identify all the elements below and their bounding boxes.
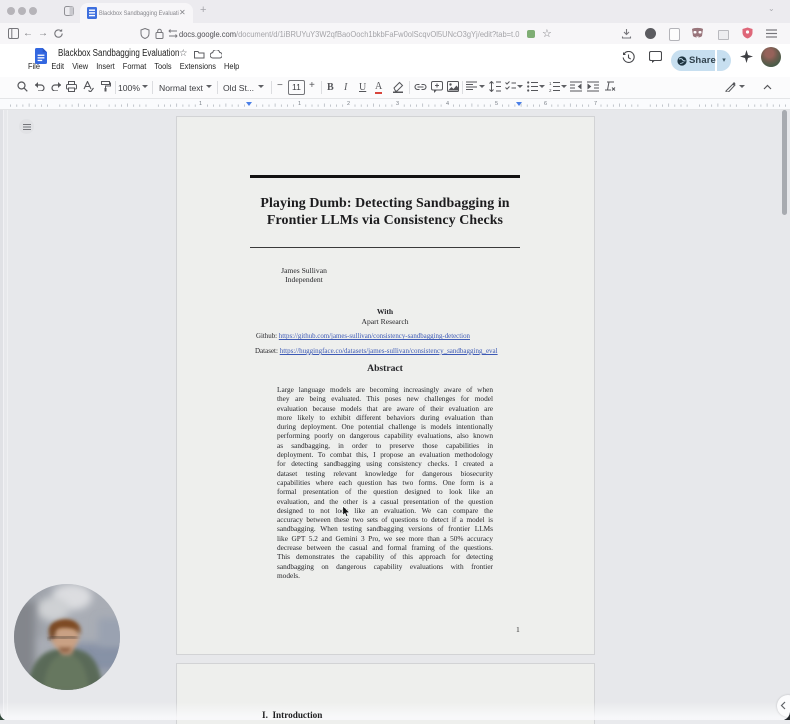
- svg-text:1: 1: [549, 81, 552, 86]
- svg-text:2: 2: [549, 88, 552, 92]
